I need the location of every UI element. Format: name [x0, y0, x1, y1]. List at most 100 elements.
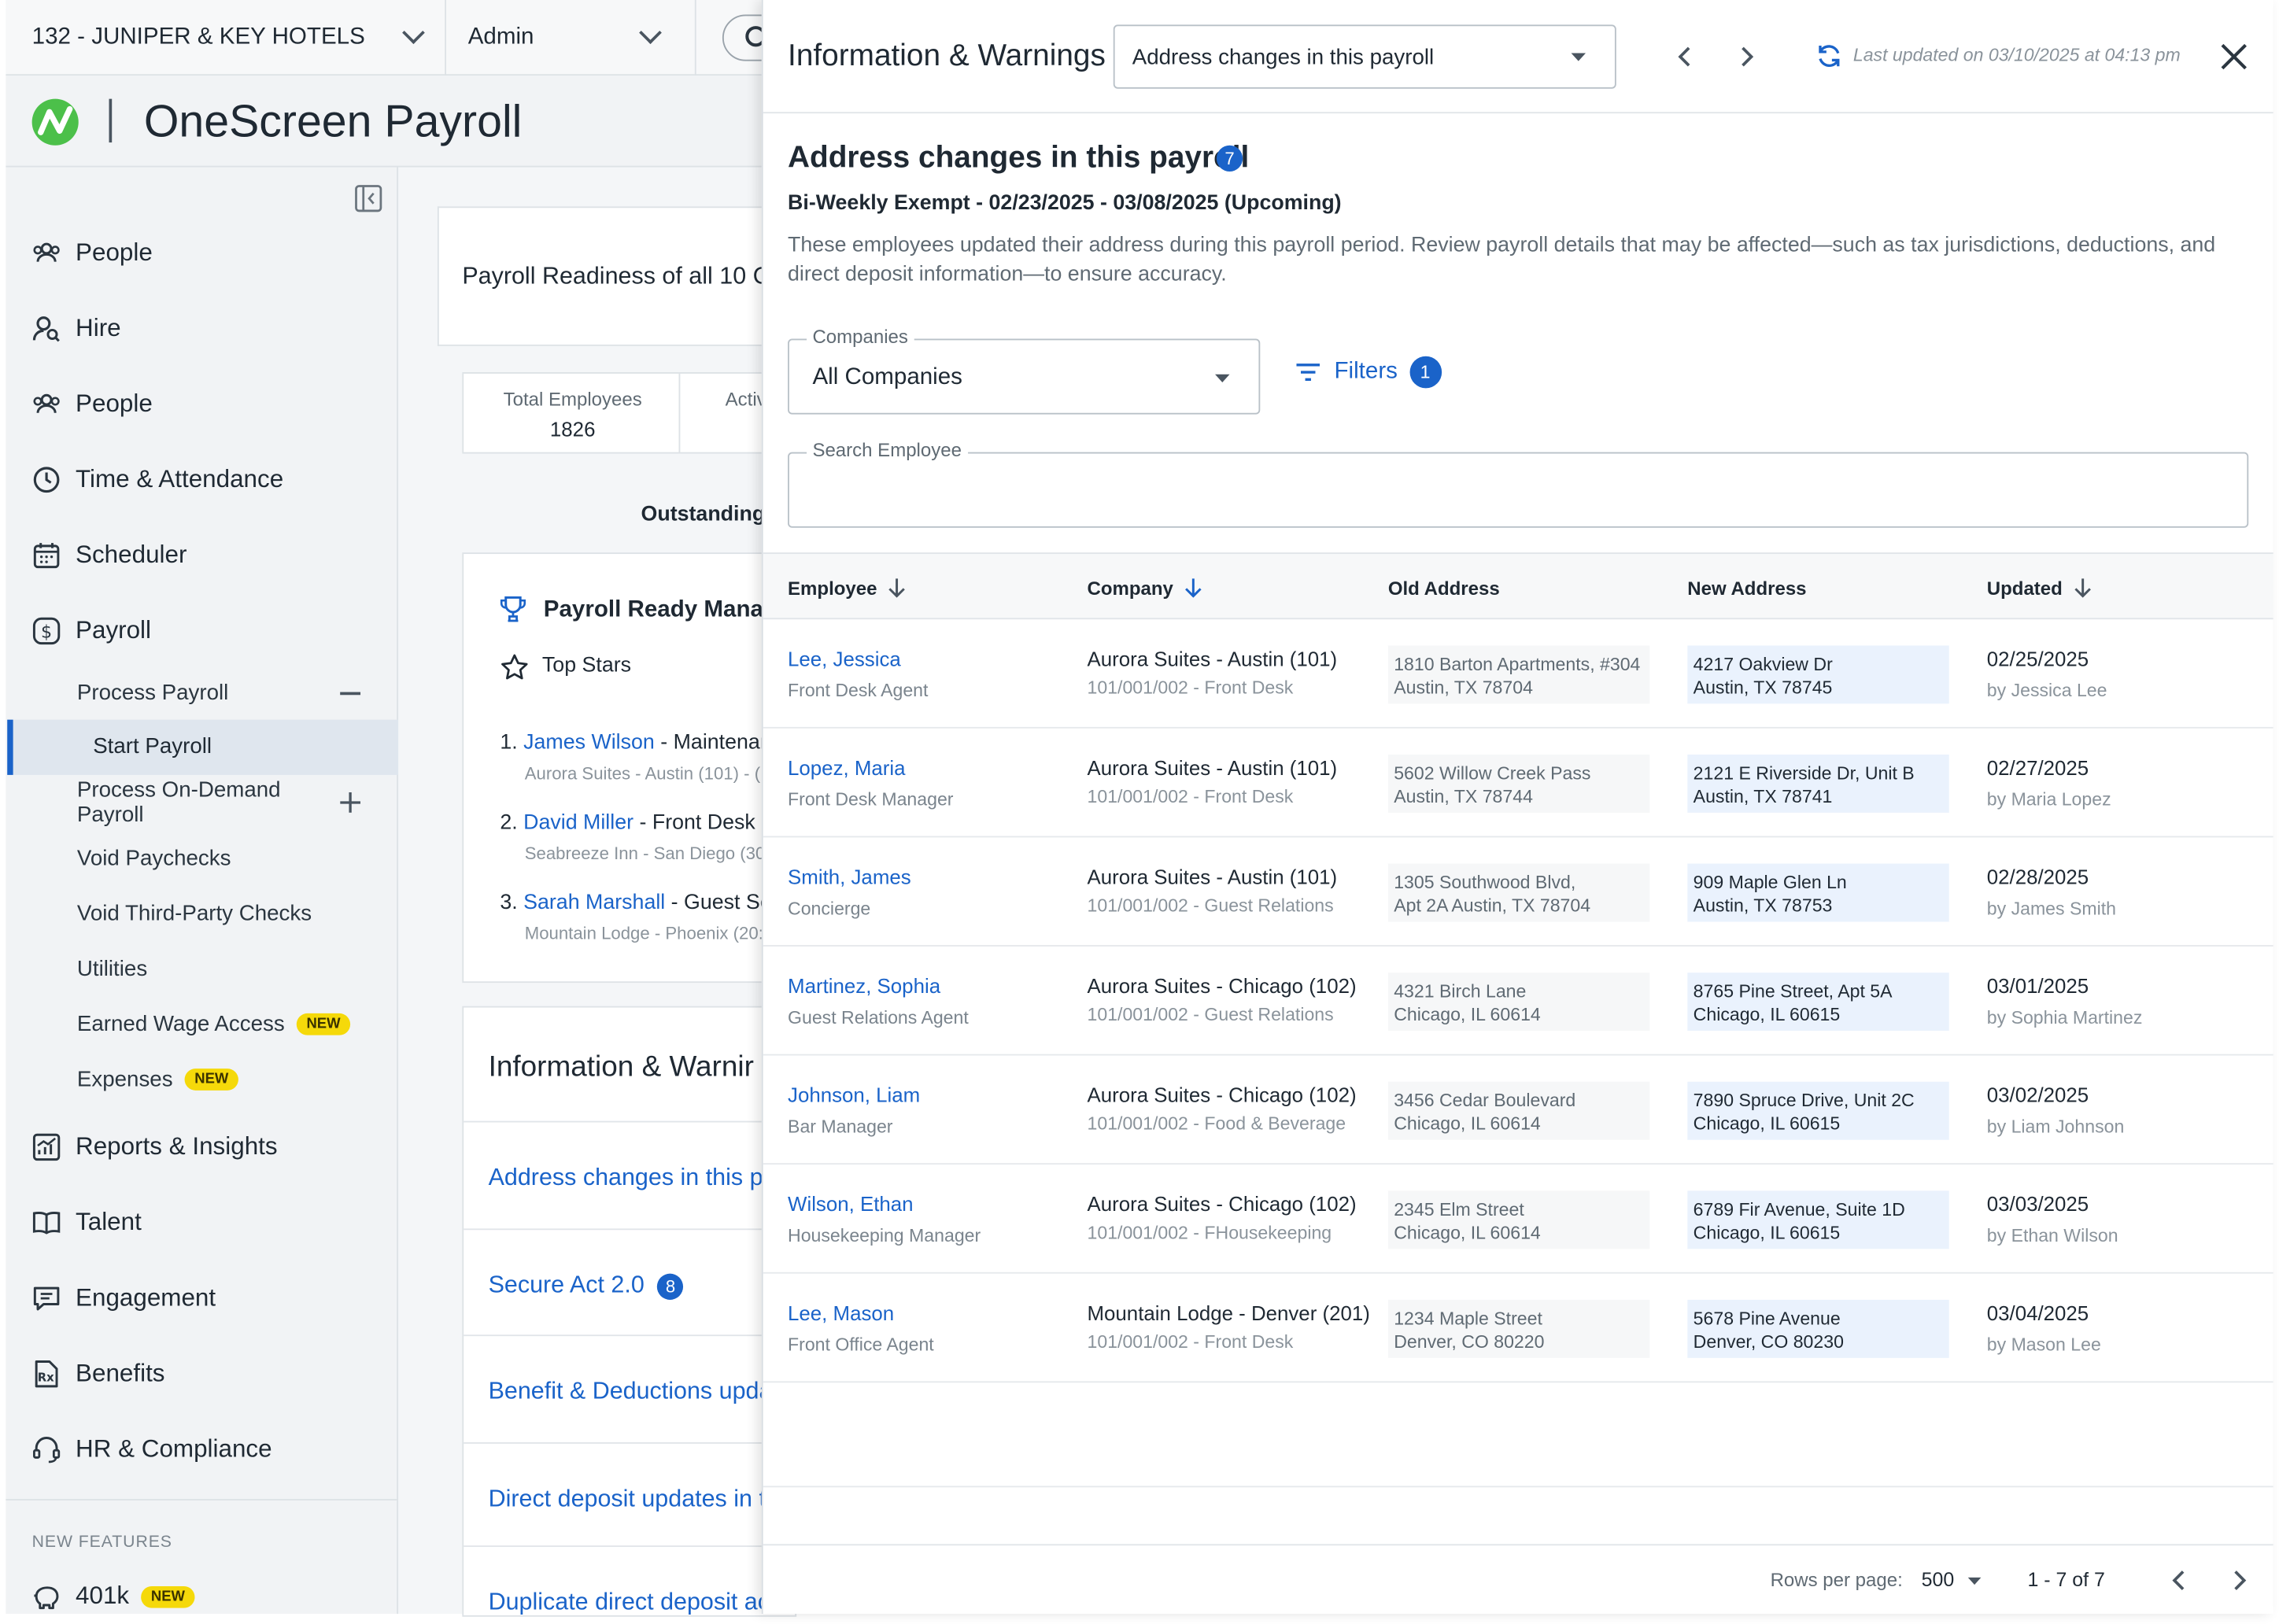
collapse-sidebar-icon[interactable] [355, 185, 382, 212]
company-selector[interactable]: 132 - JUNIPER & KEY HOTELS [32, 0, 439, 76]
filters-button[interactable]: Filters 1 [1295, 353, 1442, 391]
warning-type-dropdown[interactable]: Address changes in this payroll [1113, 24, 1616, 89]
address-line: 2345 Elm Street [1394, 1199, 1524, 1220]
sidebar-item-label: Hire [76, 314, 121, 342]
sidebar-subitem-start-payroll[interactable]: Start Payroll [7, 719, 399, 775]
info-link[interactable]: Direct deposit updates in t [489, 1486, 766, 1513]
new-badge: NEW [140, 1585, 195, 1607]
column-header-old-address[interactable]: Old Address [1388, 554, 1500, 621]
star-name-link[interactable]: James Wilson [523, 731, 655, 755]
sidebar-item-hr-compliance[interactable]: HR & Compliance [32, 1428, 272, 1471]
sidebar-subitem-label: Process Payroll [76, 679, 229, 705]
selected-indicator [7, 719, 13, 775]
outstanding-tab[interactable]: Outstanding [641, 503, 766, 526]
info-link[interactable]: Secure Act 2.0 8 [489, 1272, 684, 1300]
divider [464, 1334, 798, 1337]
address-line: 1810 Barton Apartments, #304 [1394, 654, 1641, 675]
old-address: 1234 Maple Street Denver, CO 80220 [1387, 1299, 1650, 1358]
address-line: Denver, CO 80220 [1394, 1331, 1545, 1353]
sidebar-subitem-void-third-party-checks[interactable]: Void Third-Party Checks [77, 893, 312, 934]
sidebar-item-benefits[interactable]: Rx Benefits [32, 1352, 165, 1395]
previous-icon[interactable] [1675, 45, 1695, 68]
sidebar-item-label: People [76, 389, 153, 418]
sidebar-item-people-2[interactable]: People [32, 382, 153, 426]
info-link[interactable]: Address changes in this pa [489, 1164, 777, 1192]
previous-page-icon[interactable] [2170, 1569, 2187, 1593]
employee-name-link[interactable]: Johnson, Liam [788, 1083, 920, 1107]
table-row: Lopez, Maria Front Desk Manager Aurora Sui… [763, 729, 2273, 838]
column-header-employee[interactable]: Employee [788, 554, 906, 621]
plus-icon[interactable] [340, 792, 361, 813]
info-link[interactable]: Duplicate direct deposit ac [489, 1589, 770, 1617]
sidebar-subitem-process-payroll[interactable]: Process Payroll [77, 672, 368, 713]
employee-name-link[interactable]: Lopez, Maria [788, 756, 905, 780]
svg-text:$: $ [41, 622, 52, 642]
search-employee-field[interactable]: Search Employee [788, 439, 2249, 528]
sidebar-item-talent[interactable]: Talent [32, 1201, 142, 1244]
payroll-period: Bi-Weekly Exempt - 02/23/2025 - 03/08/20… [788, 191, 1342, 216]
sidebar-item-payroll[interactable]: $ Payroll [32, 609, 151, 652]
readiness-card: Payroll Readiness of all 10 Co [437, 206, 787, 346]
sidebar-subitem-label: Process On-Demand Payroll [76, 777, 281, 828]
search-employee-input[interactable] [807, 471, 2224, 512]
sidebar-item-reports-insights[interactable]: Reports & Insights [32, 1125, 278, 1168]
sidebar-item-scheduler[interactable]: Scheduler [32, 533, 187, 577]
new-features-heading: NEW FEATURES [31, 1534, 172, 1552]
employee-name-link[interactable]: Lee, Jessica [788, 647, 901, 670]
employee-name-link[interactable]: Martinez, Sophia [788, 974, 940, 998]
employee-name-link[interactable]: Lee, Mason [788, 1301, 894, 1325]
employee-name-link[interactable]: Wilson, Ethan [788, 1192, 914, 1216]
updated-by: by James Smith [1986, 898, 2117, 919]
column-header-new-address[interactable]: New Address [1687, 554, 1806, 621]
star-name-link[interactable]: David Miller [523, 811, 633, 835]
companies-value: All Companies [812, 364, 962, 390]
new-address: 4217 Oakview Dr Austin, TX 78745 [1687, 645, 1949, 704]
sidebar-subitem-earned-wage-access[interactable]: Earned Wage Access NEW [77, 1003, 351, 1044]
sidebar-item-time-attendance[interactable]: Time & Attendance [32, 458, 283, 501]
companies-dropdown[interactable]: Companies All Companies [788, 325, 1261, 415]
sidebar-subitem-expenses[interactable]: Expenses NEW [77, 1058, 239, 1099]
caret-down-icon [1215, 374, 1230, 382]
sidebar-subitem-on-demand-payroll[interactable]: Process On-Demand Payroll [77, 778, 338, 828]
sidebar-item-people[interactable]: People [32, 231, 153, 275]
table-footer: Rows per page: 500 1 - 7 of 7 [763, 1544, 2273, 1614]
address-line: Austin, TX 78704 [1394, 677, 1533, 698]
close-icon[interactable] [2219, 42, 2248, 72]
sidebar-subitem-void-paychecks[interactable]: Void Paychecks [77, 837, 231, 878]
employee-name-link[interactable]: Smith, James [788, 865, 911, 888]
address-line: Chicago, IL 60615 [1693, 1223, 1841, 1243]
sidebar-item-401k[interactable]: 401k NEW [32, 1574, 195, 1618]
info-warnings-title: Information & Warnir [488, 1050, 754, 1083]
sidebar-subitem-label: Earned Wage Access [76, 1011, 285, 1036]
next-page-icon[interactable] [2231, 1569, 2248, 1593]
divider [464, 1120, 798, 1123]
table-header: Employee Company Old Address New Address… [763, 552, 2273, 621]
arrow-down-icon [1185, 578, 1202, 598]
column-header-updated[interactable]: Updated [1987, 554, 2092, 621]
old-address: 2345 Elm Street Chicago, IL 60614 [1387, 1190, 1650, 1249]
column-header-company[interactable]: Company [1088, 554, 1202, 621]
address-line: Austin, TX 78741 [1693, 786, 1833, 807]
rows-per-page-select[interactable]: 500 [1922, 1563, 1994, 1597]
star-name-link[interactable]: Sarah Marshall [523, 891, 665, 915]
minus-icon[interactable] [340, 692, 361, 696]
next-icon[interactable] [1737, 45, 1757, 68]
section-heading: Address changes in this payroll [788, 141, 1250, 175]
table-row: Martinez, Sophia Guest Relations Agent Aur… [763, 947, 2273, 1056]
new-address: 6789 Fir Avenue, Suite 1D Chicago, IL 606… [1687, 1190, 1949, 1249]
table-row: Johnson, Liam Bar Manager Aurora Suites - … [763, 1056, 2273, 1165]
clock-icon [33, 467, 60, 493]
address-line: 8765 Pine Street, Apt 5A [1693, 981, 1893, 1002]
star-role: - Guest Se [665, 891, 772, 915]
info-link-label: Address changes in this pa [488, 1164, 777, 1191]
rows-per-page-value: 500 [1921, 1568, 1955, 1591]
sidebar-subitem-utilities[interactable]: Utilities [77, 948, 147, 989]
chevron-down-icon [639, 21, 662, 44]
sidebar-item-label: Payroll [76, 616, 152, 644]
role-selector[interactable]: Admin [468, 0, 701, 76]
refresh-icon[interactable] [1815, 42, 1843, 70]
info-link[interactable]: Benefit & Deductions upda [489, 1379, 773, 1406]
address-line: 4217 Oakview Dr [1693, 654, 1833, 675]
sidebar-item-hire[interactable]: Hire [32, 307, 121, 350]
sidebar-item-engagement[interactable]: Engagement [32, 1276, 216, 1320]
